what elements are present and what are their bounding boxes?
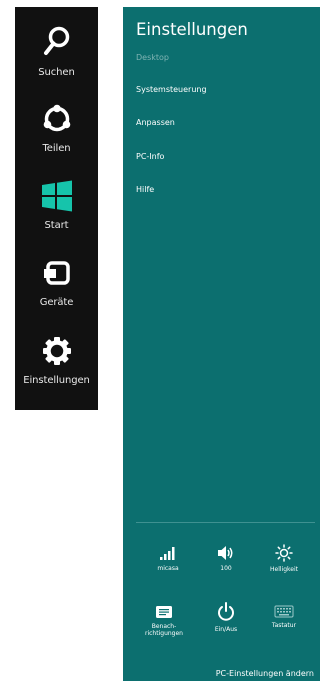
link-systemsteuerung[interactable]: Systemsteuerung bbox=[136, 85, 207, 94]
pc-settings-link[interactable]: PC-Einstellungen ändern bbox=[216, 669, 314, 678]
network-label: micasa bbox=[157, 565, 179, 572]
keyboard-label: Tastatur bbox=[271, 622, 297, 629]
share-icon bbox=[15, 103, 98, 139]
power-icon bbox=[218, 602, 234, 621]
pane-subtitle: Desktop bbox=[136, 53, 169, 62]
volume-label: 100 bbox=[220, 565, 232, 572]
link-anpassen[interactable]: Anpassen bbox=[136, 118, 175, 127]
gear-icon bbox=[15, 335, 98, 371]
network-tile[interactable]: micasa bbox=[143, 545, 193, 572]
charm-start[interactable]: Start bbox=[15, 180, 98, 231]
charm-devices[interactable]: Geräte bbox=[15, 257, 98, 308]
charm-settings[interactable]: Einstellungen bbox=[15, 335, 98, 386]
keyboard-icon bbox=[274, 605, 294, 618]
brightness-tile[interactable]: Helligkeit bbox=[259, 544, 309, 573]
brightness-label: Helligkeit bbox=[270, 566, 298, 573]
windows-logo-icon bbox=[15, 180, 98, 216]
search-icon bbox=[15, 25, 98, 63]
charms-bar: Suchen Teilen Start Geräte Einstellungen bbox=[15, 7, 98, 410]
power-label: Ein/Aus bbox=[214, 626, 238, 633]
settings-pane: Einstellungen Desktop Systemsteuerung An… bbox=[123, 7, 320, 681]
charm-settings-label: Einstellungen bbox=[23, 375, 90, 386]
notifications-icon bbox=[156, 606, 172, 618]
wifi-signal-icon bbox=[160, 547, 175, 560]
notifications-tile[interactable]: Benach- richtigungen bbox=[139, 605, 189, 637]
devices-icon bbox=[15, 257, 98, 293]
pane-title: Einstellungen bbox=[136, 20, 248, 39]
brightness-icon bbox=[275, 544, 293, 562]
keyboard-tile[interactable]: Tastatur bbox=[259, 605, 309, 629]
quick-settings-divider bbox=[136, 522, 315, 523]
link-pc-info[interactable]: PC-Info bbox=[136, 152, 164, 161]
charm-share-label: Teilen bbox=[42, 143, 71, 154]
charm-devices-label: Geräte bbox=[39, 297, 74, 308]
power-tile[interactable]: Ein/Aus bbox=[201, 602, 251, 633]
volume-tile[interactable]: 100 bbox=[201, 545, 251, 572]
speaker-icon bbox=[218, 546, 233, 560]
charm-start-label: Start bbox=[44, 220, 69, 231]
notifications-label: Benach- richtigungen bbox=[145, 623, 183, 637]
charm-search[interactable]: Suchen bbox=[15, 25, 98, 78]
charm-search-label: Suchen bbox=[38, 67, 75, 78]
link-hilfe[interactable]: Hilfe bbox=[136, 185, 154, 194]
charm-share[interactable]: Teilen bbox=[15, 103, 98, 154]
